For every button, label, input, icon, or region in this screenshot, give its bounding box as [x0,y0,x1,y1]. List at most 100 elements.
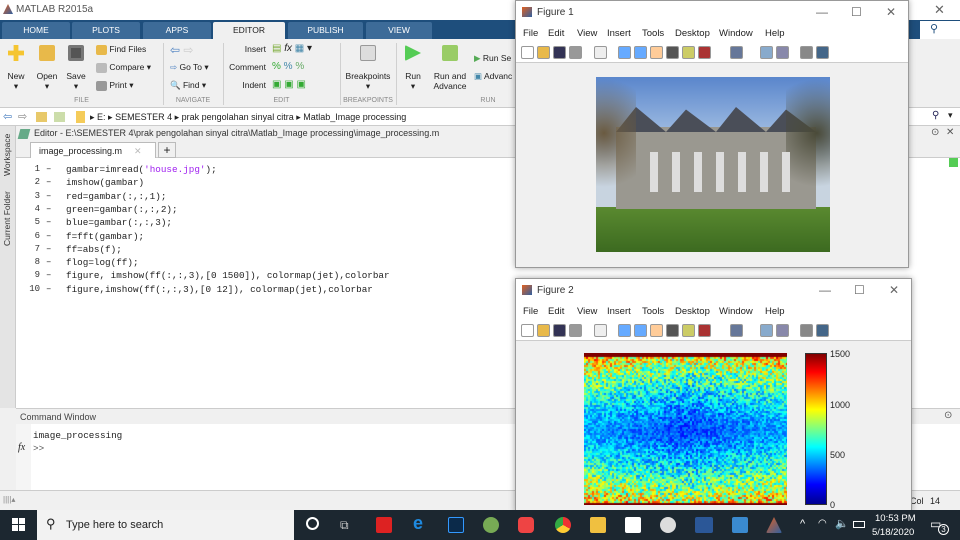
menu-file[interactable]: File [523,28,538,39]
forward-icon[interactable]: ⇨ [18,110,27,123]
matlab-taskbar-icon[interactable] [766,517,782,533]
menu-tools[interactable]: Tools [642,306,664,317]
photoshop-icon[interactable] [448,517,464,533]
tab-plots[interactable]: PLOTS [72,22,140,39]
code-line[interactable]: f=fft(gambar); [66,231,144,242]
hide-tools-icon[interactable] [800,324,813,337]
pointer-icon[interactable] [594,324,607,337]
go-to-button[interactable]: ⇨ Go To ▾ [170,62,209,73]
fx-icon[interactable]: fx [18,442,25,453]
file-explorer-icon[interactable] [590,517,606,533]
run-section-button[interactable]: ▶ Run Se [474,53,511,64]
cortana-icon[interactable] [306,517,319,530]
insert-label[interactable]: Insert [228,44,266,54]
menu-help[interactable]: Help [765,306,785,317]
minimize-icon[interactable]: — [816,5,828,19]
close-icon[interactable]: ✕ [889,283,899,297]
workspace-tab[interactable]: Workspace [2,134,12,176]
menu-desktop[interactable]: Desktop [675,28,710,39]
menu-help[interactable]: Help [765,28,785,39]
brush-icon[interactable] [698,46,711,59]
open-icon[interactable] [537,324,550,337]
code-line[interactable]: green=gambar(:,:,2); [66,204,178,215]
show-tools-icon[interactable] [816,46,829,59]
hide-tools-icon[interactable] [800,46,813,59]
minimize-icon[interactable]: — [819,283,831,297]
current-folder-tab[interactable]: Current Folder [2,191,12,246]
breakpoint-marker[interactable]: – [46,191,51,201]
print-icon[interactable] [569,46,582,59]
zoom-out-icon[interactable] [634,324,647,337]
back-forward-buttons[interactable]: ⇦ ⇨ [170,43,193,57]
new-tab-button[interactable]: + [158,142,176,158]
snipping-tool-icon[interactable] [660,517,676,533]
brush-icon[interactable] [698,324,711,337]
back-icon[interactable]: ⇦ [3,110,12,123]
save-button[interactable]: Save ▾ [64,45,88,92]
new-file-icon[interactable] [521,46,534,59]
save-icon[interactable] [553,324,566,337]
code-line[interactable]: red=gambar(:,:,1); [66,191,166,202]
legend-icon[interactable] [776,46,789,59]
tab-publish[interactable]: PUBLISH [288,22,363,39]
colorbar-icon[interactable] [760,46,773,59]
code-line[interactable]: gambar=imread('house.jpg'); [66,164,217,175]
code-line[interactable]: imshow(gambar) [66,177,144,188]
pan-icon[interactable] [650,46,663,59]
windows-start-icon[interactable] [12,518,25,531]
breakpoint-marker[interactable]: – [46,244,51,254]
maximize-icon[interactable]: ☐ [851,5,862,19]
word-icon[interactable] [695,517,713,533]
zoom-out-icon[interactable] [634,46,647,59]
insert-icons[interactable]: ▤ fx ▦ ▾ [272,43,312,54]
code-line[interactable]: flog=log(ff); [66,257,139,268]
rotate-icon[interactable] [666,324,679,337]
browse-folder-icon[interactable] [54,112,65,122]
compare-button[interactable]: Compare ▾ [96,62,151,73]
clock-time[interactable]: 10:53 PM [875,513,916,524]
rotate-icon[interactable] [666,46,679,59]
crumb[interactable]: SEMESTER 4 [115,112,172,122]
close-tab-icon[interactable]: ✕ [134,146,142,156]
crumb[interactable]: E: [97,112,106,122]
breakpoints-button[interactable]: Breakpoints ▾ [342,45,394,92]
tab-home[interactable]: HOME [2,22,70,39]
breakpoint-marker[interactable]: – [46,284,51,294]
volume-icon[interactable]: 🔈 [835,517,849,530]
zoom-in-icon[interactable] [618,46,631,59]
tab-apps[interactable]: APPS [143,22,211,39]
gift-app-icon[interactable] [376,517,392,533]
breakpoint-marker[interactable]: – [46,257,51,267]
print-icon[interactable] [569,324,582,337]
chrome-icon[interactable] [555,517,571,533]
pan-icon[interactable] [650,324,663,337]
save-icon[interactable] [553,46,566,59]
breakpoint-marker[interactable]: – [46,270,51,280]
breakpoint-marker[interactable]: – [46,177,51,187]
menu-window[interactable]: Window [719,28,753,39]
pointer-icon[interactable] [594,46,607,59]
tab-view[interactable]: VIEW [366,22,432,39]
indent-icons[interactable]: ▣ ▣ ▣ [272,79,306,90]
run-and-advance-button[interactable]: Run and Advance [430,45,470,91]
grip-icon[interactable]: ||||▴ [3,495,15,504]
indent-label[interactable]: Indent [228,80,266,90]
command-prompt[interactable]: >> [33,443,44,454]
menu-view[interactable]: View [577,306,597,317]
menu-edit[interactable]: Edit [548,306,564,317]
new-file-icon[interactable] [521,324,534,337]
code-line[interactable]: blue=gambar(:,:,3); [66,217,172,228]
zoom-in-icon[interactable] [618,324,631,337]
menu-insert[interactable]: Insert [607,28,631,39]
photos-icon[interactable] [732,517,748,533]
menu-edit[interactable]: Edit [548,28,564,39]
menu-tools[interactable]: Tools [642,28,664,39]
up-folder-icon[interactable] [36,112,47,122]
open-button[interactable]: Open ▾ [34,45,60,92]
edge-icon[interactable]: e [413,513,429,529]
show-tools-icon[interactable] [816,324,829,337]
comment-icons[interactable]: % % % [272,61,304,72]
legend-icon[interactable] [776,324,789,337]
menu-file[interactable]: File [523,306,538,317]
wifi-icon[interactable]: ◠ [818,518,827,529]
